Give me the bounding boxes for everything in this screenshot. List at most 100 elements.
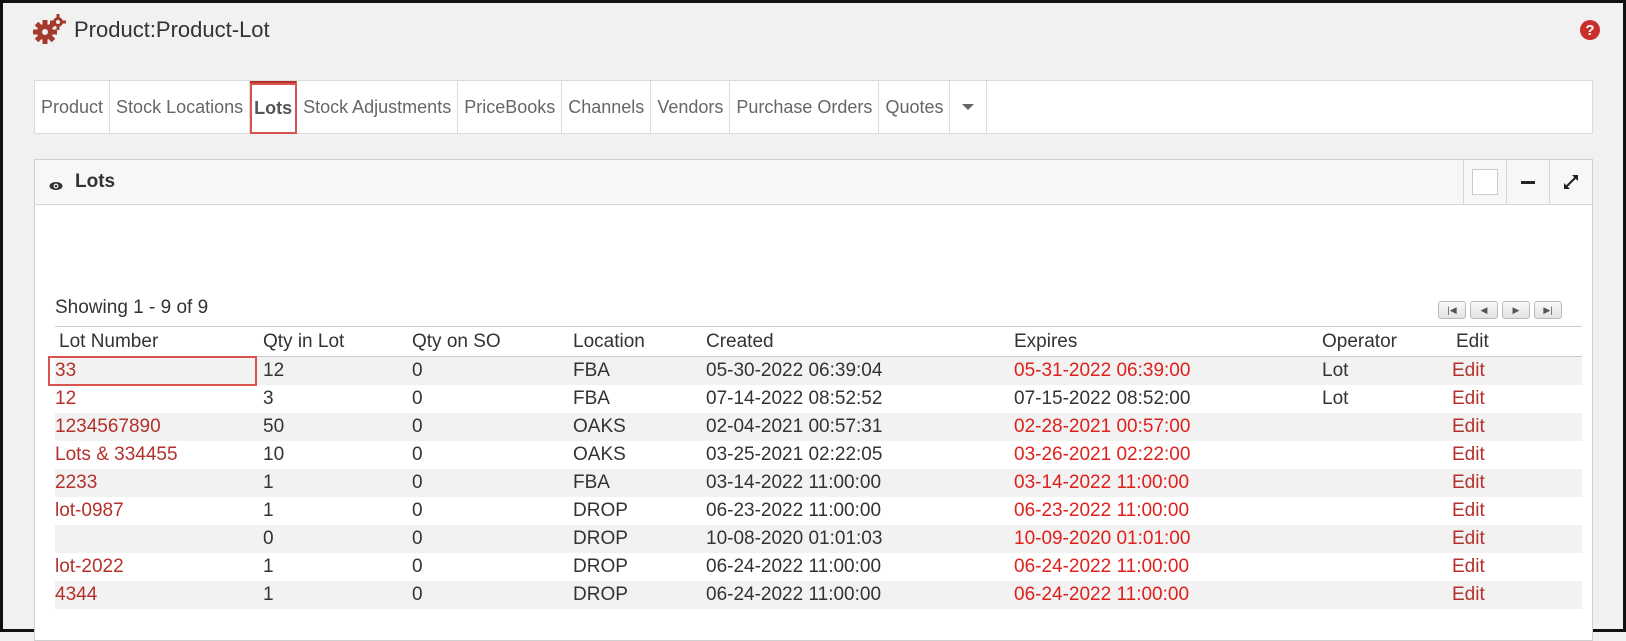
edit-cell: Edit: [1452, 385, 1582, 413]
lot-number-link[interactable]: 33: [55, 360, 76, 381]
operator-cell: [1318, 413, 1452, 441]
tab-more-dropdown[interactable]: [950, 81, 988, 133]
lot-number-link[interactable]: 2233: [55, 472, 97, 493]
location-cell: DROP: [569, 553, 702, 581]
edit-link[interactable]: Edit: [1452, 416, 1485, 437]
location-cell: DROP: [569, 525, 702, 553]
created-cell: 05-30-2022 06:39:04: [702, 356, 1010, 385]
first-page-button[interactable]: |◀: [1438, 301, 1466, 319]
edit-cell: Edit: [1452, 413, 1582, 441]
created-cell: 07-14-2022 08:52:52: [702, 385, 1010, 413]
expires-cell: 03-26-2021 02:22:00: [1010, 441, 1318, 469]
expires-cell: 06-23-2022 11:00:00: [1010, 497, 1318, 525]
qty-in-lot-value: 1: [263, 472, 274, 493]
expires-value: 03-26-2021 02:22:00: [1014, 444, 1191, 465]
minus-icon: [1521, 180, 1535, 184]
tab-lots[interactable]: Lots: [250, 81, 298, 134]
qty-on-so-cell: 0: [408, 385, 569, 413]
lot-number-link[interactable]: Lots & 334455: [55, 444, 178, 465]
table-row: 0 0 DROP 10-08-2020 01:01:03 10-09-2020 01:0…: [55, 525, 1582, 553]
expires-value: 07-15-2022 08:52:00: [1014, 388, 1191, 409]
lot-number-link[interactable]: 1234567890: [55, 416, 161, 437]
location-cell: FBA: [569, 469, 702, 497]
tab-purchase-orders[interactable]: Purchase Orders: [730, 81, 880, 133]
tab-stock-adjustments[interactable]: Stock Adjustments: [297, 81, 459, 133]
panel-header: Lots: [35, 160, 1592, 205]
prev-page-button[interactable]: ◀: [1470, 301, 1498, 319]
qty-in-lot-cell: 1: [259, 469, 408, 497]
lot-number-cell: 33: [48, 356, 259, 386]
row-highlight: [48, 356, 257, 386]
next-page-button[interactable]: ▶: [1502, 301, 1530, 319]
expires-value: 03-14-2022 11:00:00: [1014, 472, 1190, 493]
col-edit[interactable]: Edit: [1452, 326, 1582, 357]
panel-tools: [1463, 160, 1592, 204]
col-qty-in-lot[interactable]: Qty in Lot: [259, 326, 408, 357]
col-expires[interactable]: Expires: [1010, 326, 1318, 357]
location-cell: OAKS: [569, 413, 702, 441]
panel-checkbox[interactable]: [1463, 160, 1506, 204]
edit-link[interactable]: Edit: [1452, 388, 1485, 409]
tab-vendors[interactable]: Vendors: [651, 81, 731, 133]
col-lot-number[interactable]: Lot Number: [55, 326, 259, 357]
last-page-button[interactable]: ▶|: [1534, 301, 1562, 319]
col-operator[interactable]: Operator: [1318, 326, 1452, 357]
edit-link[interactable]: Edit: [1452, 472, 1485, 493]
expand-icon: [1564, 175, 1578, 189]
lots-panel: Lots Showing 1 - 9 of 9 |◀ ◀ ▶ ▶| Lot Nu…: [34, 159, 1593, 641]
col-qty-on-so[interactable]: Qty on SO: [408, 326, 569, 357]
col-created[interactable]: Created: [702, 326, 1010, 357]
location-value: DROP: [573, 584, 628, 605]
table-row: 2233 1 0 FBA 03-14-2022 11:00:00 03-14-2022 1…: [55, 469, 1582, 497]
created-cell: 02-04-2021 00:57:31: [702, 413, 1010, 441]
tab-pricebooks[interactable]: PriceBooks: [458, 81, 563, 133]
qty-on-so-value: 0: [412, 360, 423, 381]
qty-in-lot-value: 0: [263, 528, 274, 549]
lot-number-link[interactable]: 12: [55, 388, 76, 409]
expires-value: 06-24-2022 11:00:00: [1014, 584, 1190, 605]
lot-number-link[interactable]: lot-2022: [55, 556, 124, 577]
expires-value: 05-31-2022 06:39:00: [1014, 360, 1191, 381]
lot-number-cell: 1234567890: [55, 413, 259, 441]
operator-value: Lot: [1322, 388, 1349, 409]
tab-channels[interactable]: Channels: [562, 81, 652, 133]
tab-quotes[interactable]: Quotes: [879, 81, 951, 133]
col-location[interactable]: Location: [569, 326, 702, 357]
table-row: lot-0987 1 0 DROP 06-23-2022 11:00:00 06-23-2…: [55, 497, 1582, 525]
operator-cell: [1318, 441, 1452, 469]
operator-cell: [1318, 525, 1452, 553]
edit-cell: Edit: [1452, 553, 1582, 581]
location-cell: FBA: [569, 356, 702, 385]
edit-cell: Edit: [1452, 497, 1582, 525]
edit-link[interactable]: Edit: [1452, 500, 1485, 521]
edit-link[interactable]: Edit: [1452, 584, 1485, 605]
qty-in-lot-value: 12: [263, 360, 285, 381]
location-value: DROP: [573, 500, 628, 521]
qty-in-lot-cell: 3: [259, 385, 408, 413]
edit-link[interactable]: Edit: [1452, 528, 1485, 549]
expires-cell: 06-24-2022 11:00:00: [1010, 581, 1318, 609]
tab-stock-locations[interactable]: Stock Locations: [110, 81, 251, 133]
location-cell: DROP: [569, 497, 702, 525]
created-cell: 06-24-2022 11:00:00: [702, 553, 1010, 581]
tab-product[interactable]: Product: [35, 81, 111, 133]
lot-number-cell: 2233: [55, 469, 259, 497]
page-header: Product:Product-Lot: [32, 12, 270, 48]
edit-link[interactable]: Edit: [1452, 444, 1485, 465]
collapse-button[interactable]: [1506, 160, 1549, 204]
lot-number-cell: [55, 525, 259, 553]
qty-in-lot-cell: 10: [259, 441, 408, 469]
lot-number-link[interactable]: 4344: [55, 584, 97, 605]
expires-cell: 05-31-2022 06:39:00: [1010, 356, 1318, 385]
created-value: 10-08-2020 01:01:03: [706, 528, 883, 549]
help-icon[interactable]: ?: [1580, 20, 1600, 40]
edit-cell: Edit: [1452, 441, 1582, 469]
lot-number-link[interactable]: lot-0987: [55, 500, 124, 521]
panel-title: Lots: [75, 171, 116, 192]
expand-button[interactable]: [1549, 160, 1592, 204]
edit-link[interactable]: Edit: [1452, 360, 1485, 381]
created-value: 03-25-2021 02:22:05: [706, 444, 883, 465]
edit-link[interactable]: Edit: [1452, 556, 1485, 577]
qty-in-lot-value: 3: [263, 388, 274, 409]
location-value: DROP: [573, 556, 628, 577]
